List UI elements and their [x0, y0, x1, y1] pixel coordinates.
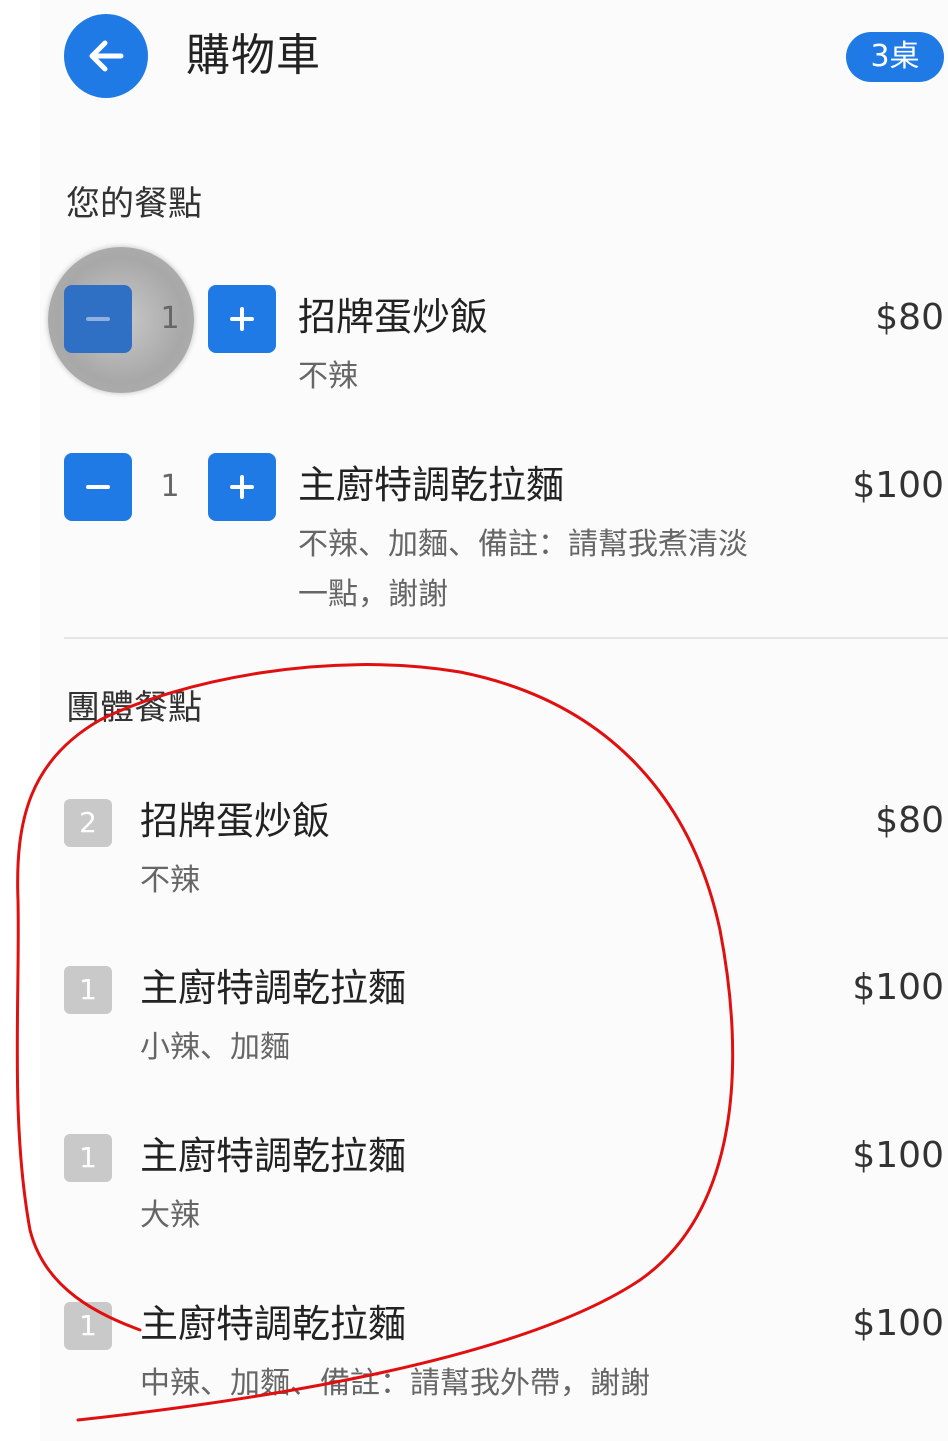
item-note: 小辣、加麵: [140, 1030, 290, 1065]
group-order-title: 團體餐點: [66, 688, 202, 728]
item-name: 主廚特調乾拉麵: [140, 1134, 407, 1178]
quantity-value: 1: [160, 469, 180, 504]
item-price: $100: [852, 1135, 944, 1176]
item-note: 大辣: [140, 1198, 200, 1233]
plus-icon: [230, 307, 254, 331]
back-button[interactable]: [64, 14, 148, 98]
decrease-button[interactable]: [64, 285, 132, 353]
item-name: 招牌蛋炒飯: [140, 799, 331, 843]
item-price: $100: [852, 1303, 944, 1344]
item-note: 一點，謝謝: [298, 577, 448, 612]
item-price: $100: [852, 465, 944, 506]
count-badge: 1: [64, 966, 112, 1014]
item-note: 不辣: [140, 863, 200, 898]
arrow-left-icon: [89, 40, 124, 72]
divider: [64, 637, 948, 639]
item-note: 中辣、加麵、備註：請幫我外帶，謝謝: [140, 1366, 650, 1401]
count-badge: 1: [64, 1302, 112, 1350]
minus-icon: [86, 317, 110, 321]
page-title: 購物車: [186, 30, 321, 81]
my-order-title: 您的餐點: [66, 184, 202, 224]
count-badge: 1: [64, 1134, 112, 1182]
increase-button[interactable]: [208, 285, 276, 353]
plus-icon: [230, 475, 254, 499]
item-name: 主廚特調乾拉麵: [140, 966, 407, 1010]
quantity-value: 1: [160, 301, 180, 336]
increase-button[interactable]: [208, 453, 276, 521]
item-price: $100: [852, 967, 944, 1008]
item-name: 主廚特調乾拉麵: [298, 463, 565, 507]
count-badge: 2: [64, 799, 112, 847]
item-name: 主廚特調乾拉麵: [140, 1302, 407, 1346]
item-name: 招牌蛋炒飯: [298, 295, 489, 339]
table-badge: 3桌: [846, 32, 944, 82]
item-price: $80: [875, 800, 944, 841]
item-note: 不辣: [298, 359, 358, 394]
item-price: $80: [875, 297, 944, 338]
minus-icon: [86, 485, 110, 489]
item-note: 不辣、加麵、備註：請幫我煮清淡: [298, 527, 748, 562]
decrease-button[interactable]: [64, 453, 132, 521]
